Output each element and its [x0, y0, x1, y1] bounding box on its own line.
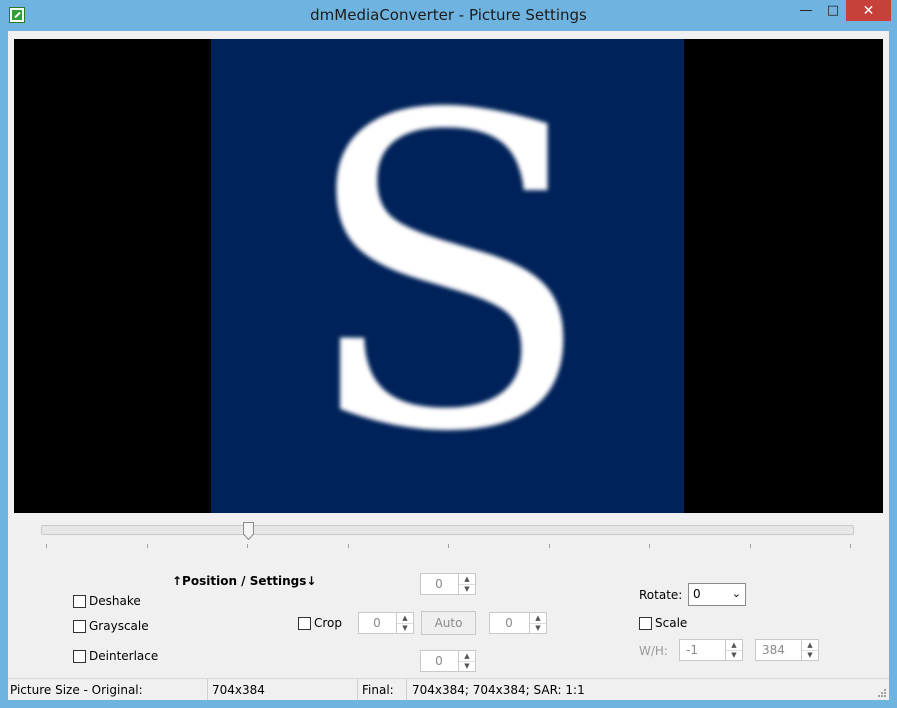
scale-height-stepper[interactable]: 384 ▲ ▼	[755, 639, 819, 661]
status-separator	[207, 679, 208, 700]
stepper-down-icon[interactable]: ▼	[726, 650, 742, 660]
scale-width-value: -1	[686, 643, 698, 657]
scale-checkbox[interactable]	[639, 617, 652, 630]
rotate-dropdown[interactable]: 0 ⌄	[688, 583, 746, 606]
crop-left-value: 0	[373, 616, 381, 630]
scale-height-value: 384	[762, 643, 785, 657]
scale-label: Scale	[655, 616, 688, 630]
rotate-value: 0	[693, 587, 701, 601]
grayscale-checkbox[interactable]	[73, 620, 86, 633]
preview-letter: S	[300, 26, 595, 526]
crop-right-stepper[interactable]: 0 ▲ ▼	[489, 612, 547, 634]
maximize-button[interactable]: □	[820, 0, 846, 21]
picture-size-label: Picture Size - Original:	[10, 683, 143, 697]
crop-top-value: 0	[435, 577, 443, 591]
stepper-down-icon[interactable]: ▼	[397, 623, 413, 633]
close-button[interactable]: ✕	[846, 0, 891, 21]
grayscale-label: Grayscale	[89, 619, 149, 633]
slider-tick	[448, 544, 449, 548]
resize-grip-icon[interactable]	[877, 688, 887, 698]
slider-tick	[850, 544, 851, 548]
position-slider-track[interactable]	[41, 525, 854, 535]
stepper-down-icon[interactable]: ▼	[459, 584, 475, 594]
crop-top-stepper[interactable]: 0 ▲ ▼	[420, 573, 476, 595]
status-separator	[406, 679, 407, 700]
final-size-value: 704x384; 704x384; SAR: 1:1	[412, 683, 585, 697]
rotate-label: Rotate:	[639, 588, 683, 602]
deshake-label: Deshake	[89, 594, 141, 608]
preview-frame: S	[211, 39, 684, 513]
window-title: dmMediaConverter - Picture Settings	[310, 6, 587, 24]
scale-width-stepper[interactable]: -1 ▲ ▼	[679, 639, 743, 661]
chevron-down-icon: ⌄	[731, 587, 741, 600]
slider-tick	[749, 544, 751, 548]
crop-bottom-stepper[interactable]: 0 ▲ ▼	[420, 650, 476, 672]
crop-left-stepper[interactable]: 0 ▲ ▼	[358, 612, 414, 634]
status-separator	[357, 679, 358, 700]
crop-checkbox[interactable]	[298, 617, 311, 630]
stepper-down-icon[interactable]: ▼	[530, 623, 546, 633]
crop-bottom-value: 0	[435, 654, 443, 668]
position-slider-thumb[interactable]	[242, 522, 254, 540]
crop-label: Crop	[314, 616, 343, 630]
slider-tick	[649, 544, 650, 548]
minimize-button[interactable]: —	[792, 0, 820, 21]
final-label: Final:	[362, 683, 394, 697]
crop-right-value: 0	[505, 616, 513, 630]
slider-tick	[548, 544, 550, 548]
original-size-value: 704x384	[212, 683, 265, 697]
slider-tick	[46, 544, 47, 548]
deinterlace-checkbox[interactable]	[73, 650, 86, 663]
position-settings-heading: ↑Position / Settings↓	[172, 574, 317, 588]
stepper-down-icon[interactable]: ▼	[459, 661, 475, 671]
slider-tick	[146, 544, 148, 548]
wh-label: W/H:	[639, 644, 668, 658]
crop-auto-button[interactable]: Auto	[421, 611, 476, 635]
deinterlace-label: Deinterlace	[89, 649, 159, 663]
slider-tick	[347, 544, 349, 548]
deshake-checkbox[interactable]	[73, 595, 86, 608]
stepper-down-icon[interactable]: ▼	[802, 650, 818, 660]
slider-tick	[247, 544, 248, 548]
